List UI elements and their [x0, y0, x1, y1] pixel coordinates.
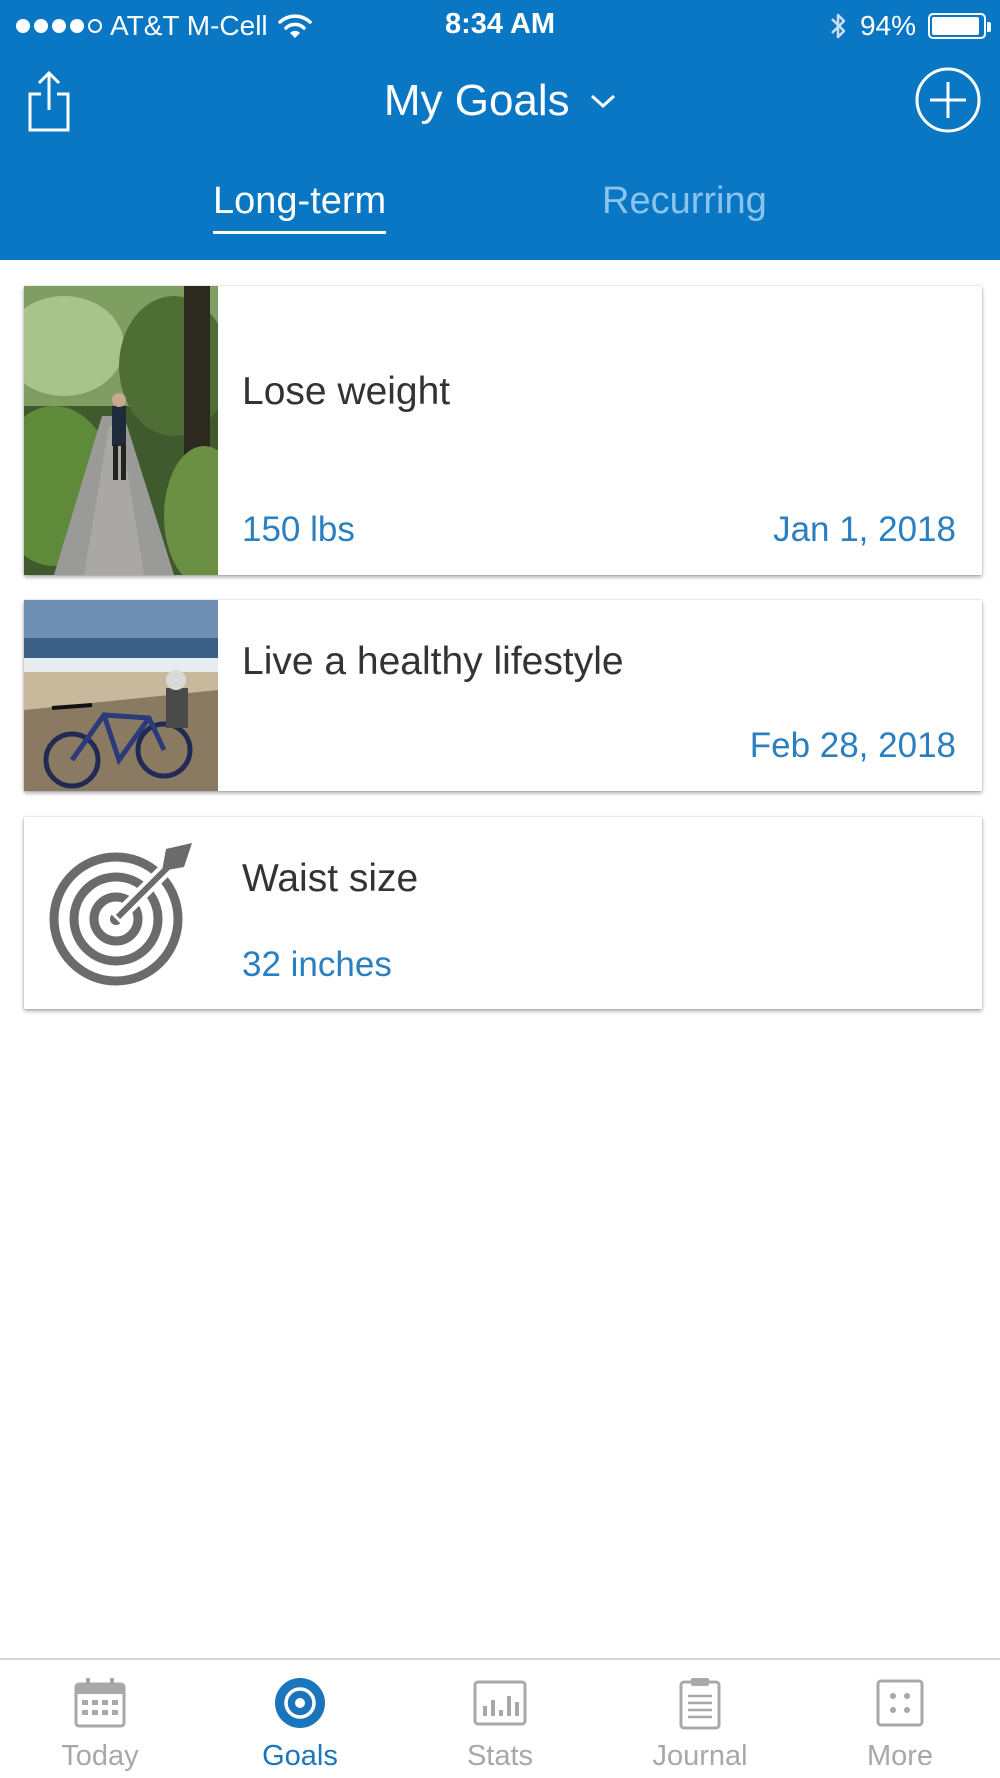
goal-title: Live a healthy lifestyle — [242, 640, 624, 683]
goal-value: 150 lbs — [242, 510, 355, 549]
tabbar-label-stats: Stats — [466, 1740, 534, 1772]
page-title: My Goals — [383, 76, 570, 125]
bluetooth-icon — [831, 13, 846, 39]
tabbar-item-goals[interactable]: Goals — [200, 1660, 400, 1778]
goal-card[interactable]: Live a healthy lifestyle Feb 28, 2018 — [24, 600, 982, 791]
battery-level-fill — [932, 17, 979, 35]
header: AT&T M-Cell 8:34 AM 94% My Goals Long-te… — [0, 0, 1000, 260]
tabbar-label-today: Today — [61, 1740, 139, 1772]
tabbar-item-stats[interactable]: Stats — [400, 1660, 600, 1778]
bar-chart-icon — [473, 1680, 527, 1726]
photo-forest-path — [24, 286, 218, 575]
goal-card[interactable]: Lose weight 150 lbs Jan 1, 2018 — [24, 286, 982, 575]
bottom-tab-bar: Today Goals Stats Journal More — [0, 1658, 1000, 1778]
goal-title: Lose weight — [242, 370, 451, 413]
tabbar-item-journal[interactable]: Journal — [600, 1660, 800, 1778]
tabbar-label-more: More — [866, 1740, 934, 1772]
goal-value: 32 inches — [242, 945, 392, 984]
battery-percent: 94% — [859, 10, 916, 41]
tab-long-term[interactable]: Long-term — [213, 180, 387, 234]
goals-title-dropdown[interactable]: My Goals — [0, 76, 1000, 126]
tab-recurring[interactable]: Recurring — [602, 180, 767, 231]
photo-beach-bicycle — [24, 600, 218, 791]
target-icon — [49, 843, 192, 986]
goal-title: Waist size — [242, 857, 419, 900]
status-right: 94% — [828, 9, 991, 43]
tabbar-item-today[interactable]: Today — [0, 1660, 200, 1778]
target-icon — [275, 1678, 325, 1728]
goal-date: Jan 1, 2018 — [773, 510, 956, 549]
status-bar: AT&T M-Cell 8:34 AM 94% — [0, 0, 1000, 52]
tabbar-label-journal: Journal — [652, 1740, 748, 1772]
battery-icon — [928, 13, 991, 39]
clipboard-icon — [679, 1678, 721, 1730]
tabbar-label-goals: Goals — [262, 1740, 338, 1772]
add-circle-icon[interactable] — [914, 66, 982, 134]
goal-card[interactable]: Waist size 32 inches — [24, 817, 982, 1009]
nav-bar: My Goals — [0, 60, 1000, 144]
tabbar-item-more[interactable]: More — [800, 1660, 1000, 1778]
goal-date: Feb 28, 2018 — [749, 726, 956, 765]
chevron-down-icon — [591, 94, 616, 109]
calendar-icon — [74, 1678, 126, 1728]
more-grid-icon — [876, 1679, 924, 1727]
segment-tabs: Long-term Recurring — [0, 180, 1000, 244]
